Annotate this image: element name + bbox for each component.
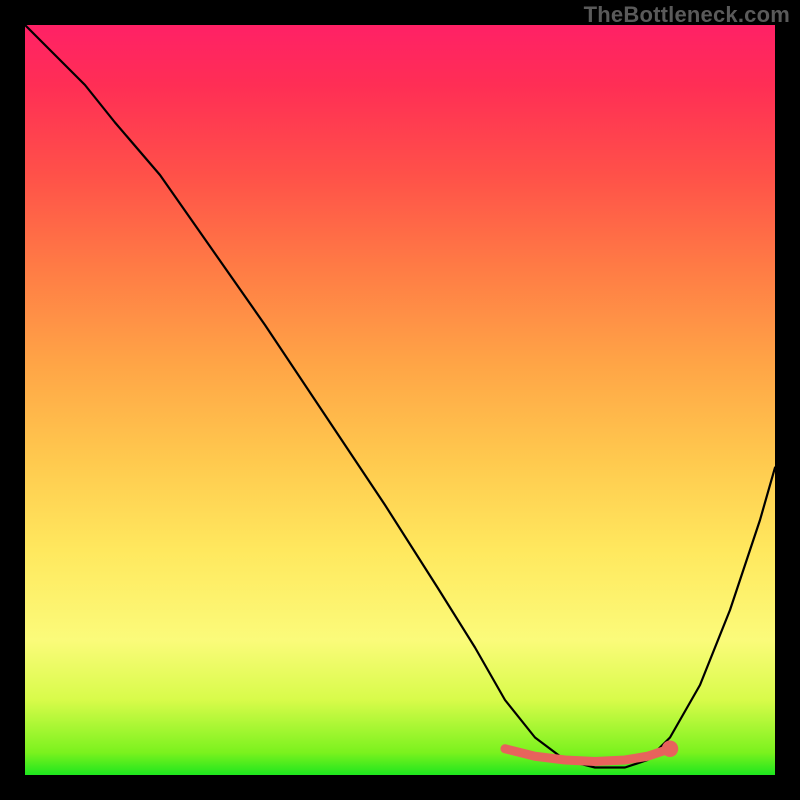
watermark-label: TheBottleneck.com [584, 2, 790, 28]
highlight-end-dot [662, 741, 679, 758]
optimal-range-highlight [505, 749, 670, 762]
bottleneck-curve [25, 25, 775, 768]
chart-frame: TheBottleneck.com [0, 0, 800, 800]
curve-layer [25, 25, 775, 775]
